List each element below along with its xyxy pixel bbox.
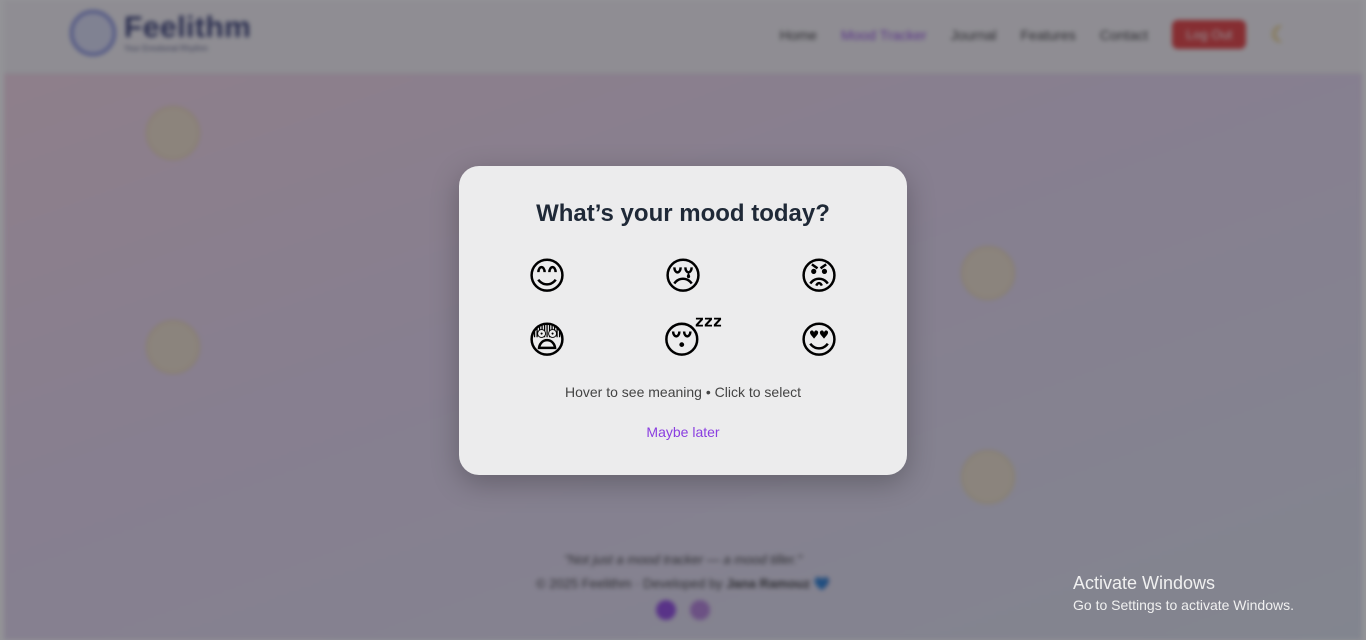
modal-hint: Hover to see meaning • Click to select [564,384,801,400]
mood-grid: 😊 😢 😡 😨 😴 😍 [459,254,907,364]
mood-anxious-button[interactable]: 😨 [526,320,568,362]
mood-modal: What’s your mood today? 😊 😢 😡 😨 😴 😍 Hove… [459,166,907,475]
mood-loving-button[interactable]: 😍 [798,320,840,362]
mood-sleepy-button[interactable]: 😴 [662,320,723,362]
watermark-title: Activate Windows [1073,573,1216,593]
modal-title: What’s your mood today? [536,200,830,227]
mood-angry-button[interactable]: 😡 [798,256,840,298]
watermark-subtitle: Go to Settings to activate Windows. [1073,597,1294,613]
mood-sad-button[interactable]: 😢 [662,256,704,298]
windows-activation-watermark: Activate Windows Go to Settings to activ… [1073,572,1294,616]
mood-happy-button[interactable]: 😊 [526,256,568,298]
maybe-later-link[interactable]: Maybe later [459,424,907,440]
